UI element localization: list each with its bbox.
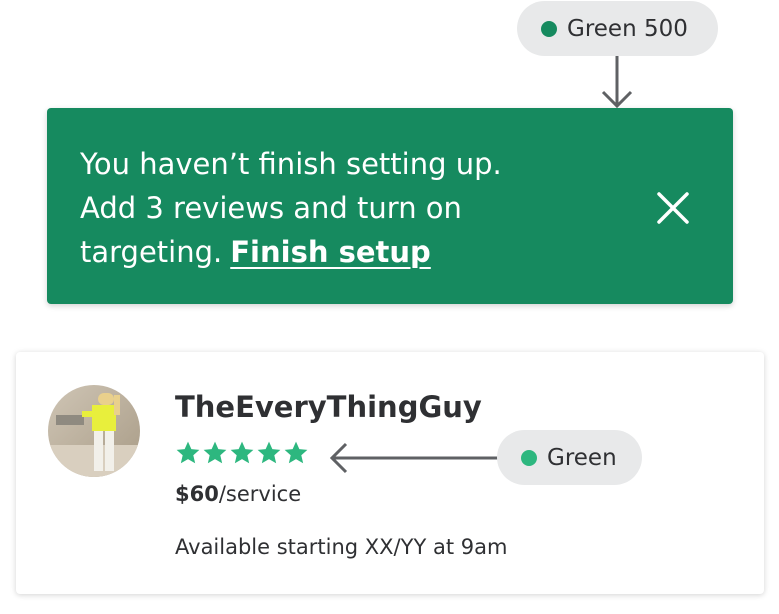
star-icon xyxy=(284,441,308,464)
price-unit: /service xyxy=(218,482,302,506)
banner-message: You haven’t finish setting up. Add 3 rev… xyxy=(80,142,600,274)
price-amount: $60 xyxy=(175,482,219,506)
pro-name[interactable]: TheEveryThingGuy xyxy=(175,390,482,424)
banner-line-1: You haven’t finish setting up. xyxy=(80,147,502,181)
price: $60/service xyxy=(175,482,301,506)
banner-line-3-text: targeting. xyxy=(80,235,223,269)
star-icon xyxy=(230,441,254,464)
green-swatch xyxy=(521,449,537,466)
banner-line-2: Add 3 reviews and turn on xyxy=(80,191,462,225)
green-label: Green xyxy=(547,444,617,471)
setup-banner: You haven’t finish setting up. Add 3 rev… xyxy=(47,108,733,304)
green-500-callout: Green 500 xyxy=(517,1,718,56)
finish-setup-link[interactable]: Finish setup xyxy=(230,235,431,269)
banner-line-3: targeting. Finish setup xyxy=(80,230,600,274)
green-500-label: Green 500 xyxy=(567,15,688,42)
availability-text: Available starting XX/YY at 9am xyxy=(175,535,508,559)
star-icon xyxy=(203,441,227,464)
avatar xyxy=(48,385,140,477)
arrow-left-icon xyxy=(329,442,498,474)
star-icon xyxy=(176,441,200,464)
star-icon xyxy=(257,441,281,464)
avatar-photo xyxy=(48,385,140,477)
green-500-swatch xyxy=(541,20,557,37)
close-icon[interactable] xyxy=(653,188,693,228)
star-rating xyxy=(175,440,309,466)
arrow-down-icon xyxy=(601,56,633,109)
green-callout: Green xyxy=(497,430,642,485)
